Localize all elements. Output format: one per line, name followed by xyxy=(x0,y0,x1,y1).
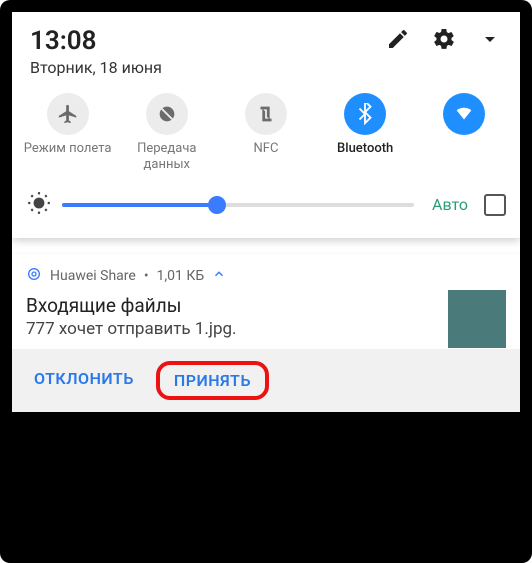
toggle-wifi[interactable] xyxy=(418,93,510,174)
bluetooth-icon xyxy=(354,103,376,125)
notification-header[interactable]: Huawei Share • 1,01 КБ xyxy=(12,254,520,292)
background-black xyxy=(12,406,520,551)
notification-shade: 13:08 Вторник, 18 июня Режим полета Пере… xyxy=(12,12,520,238)
accept-button[interactable]: ПРИНЯТЬ xyxy=(156,361,269,400)
brightness-row: Авто xyxy=(12,178,520,238)
brightness-icon xyxy=(26,190,52,220)
notification-title: Входящие файлы xyxy=(26,294,506,317)
status-bar: 13:08 xyxy=(12,12,520,56)
clock: 13:08 xyxy=(30,26,97,56)
toggle-airplane[interactable]: Режим полета xyxy=(22,93,114,174)
nfc-icon xyxy=(255,103,277,125)
auto-brightness-checkbox[interactable] xyxy=(484,194,506,216)
brightness-slider[interactable] xyxy=(62,203,414,207)
chevron-down-icon[interactable] xyxy=(478,27,502,55)
notification-app-name: Huawei Share xyxy=(50,268,136,284)
wifi-icon xyxy=(453,103,475,125)
share-icon xyxy=(26,266,42,286)
auto-brightness-label: Авто xyxy=(432,195,468,214)
notification-actions: ОТКЛОНИТЬ ПРИНЯТЬ xyxy=(12,349,520,412)
notification-card: Huawei Share • 1,01 КБ Входящие файлы 77… xyxy=(12,254,520,412)
notification-thumbnail xyxy=(448,290,506,348)
notification-size: 1,01 КБ xyxy=(157,268,205,284)
gear-icon[interactable] xyxy=(432,27,456,55)
date-label: Вторник, 18 июня xyxy=(12,56,520,87)
quick-toggles: Режим полета Передача данных NFC Bluetoo… xyxy=(12,87,520,178)
data-off-icon xyxy=(156,103,178,125)
decline-button[interactable]: ОТКЛОНИТЬ xyxy=(18,361,150,400)
toggle-data[interactable]: Передача данных xyxy=(121,93,213,174)
notification-text: 777 хочет отправить 1.jpg. xyxy=(26,319,506,339)
chevron-up-icon xyxy=(212,267,226,285)
airplane-off-icon xyxy=(57,103,79,125)
toggle-nfc[interactable]: NFC xyxy=(220,93,312,174)
toggle-bluetooth[interactable]: Bluetooth xyxy=(319,93,411,174)
edit-icon[interactable] xyxy=(386,27,410,55)
